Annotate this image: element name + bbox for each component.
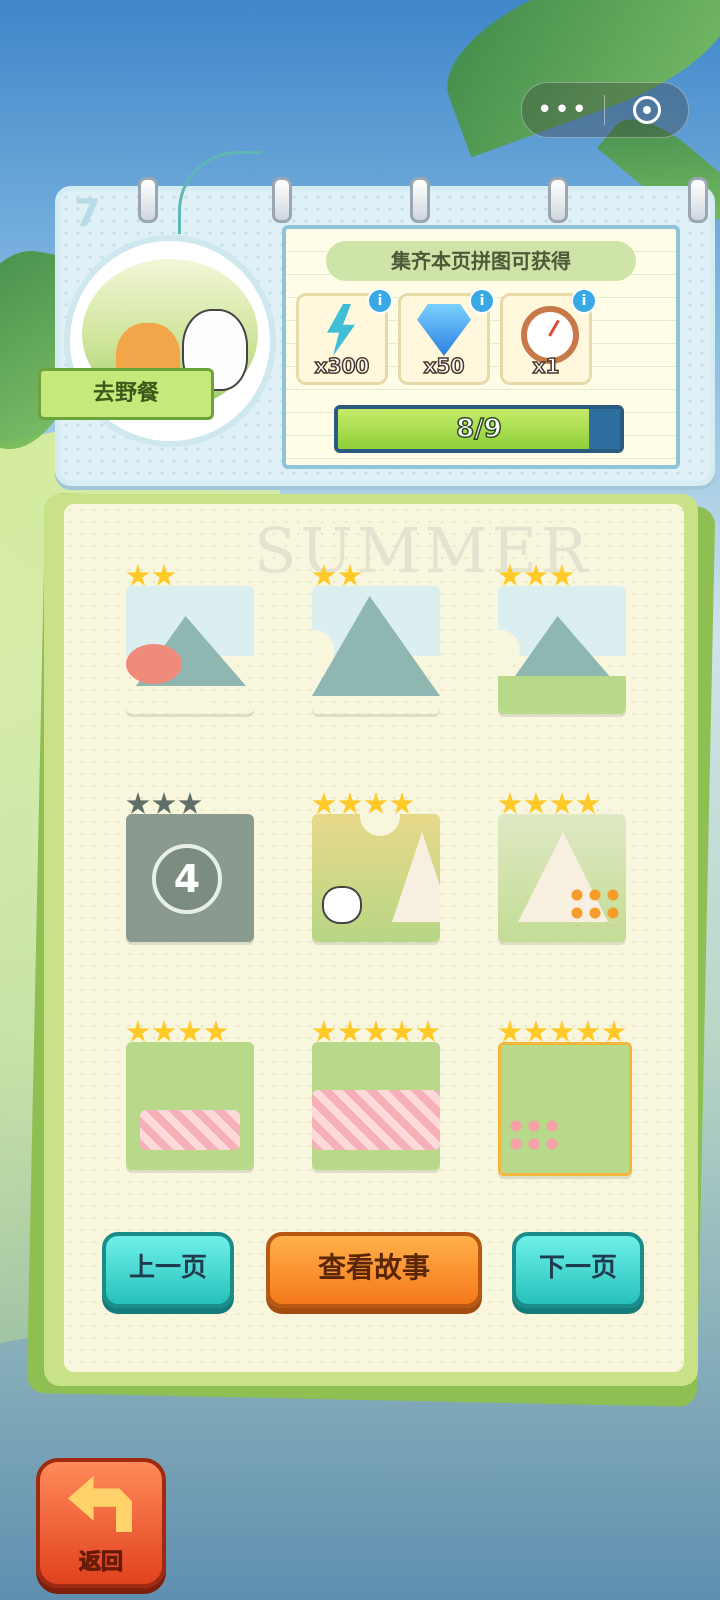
chapter-name-ribbon: 去野餐 bbox=[38, 368, 214, 420]
piece-bush bbox=[126, 644, 182, 684]
star-icon bbox=[390, 792, 414, 814]
view-story-button[interactable]: 查看故事 bbox=[266, 1232, 482, 1308]
star-icon bbox=[550, 1020, 574, 1042]
star-icon bbox=[498, 1020, 522, 1042]
puzzle-piece-8[interactable] bbox=[312, 1042, 440, 1170]
more-dots-icon[interactable]: ••• bbox=[522, 83, 604, 137]
star-icon bbox=[126, 792, 150, 814]
puzzle-piece-1[interactable] bbox=[126, 586, 254, 714]
spiral-ring bbox=[410, 177, 430, 223]
reward-qty: x50 bbox=[423, 353, 465, 379]
info-icon[interactable]: i bbox=[469, 288, 495, 314]
piece-number: 4 bbox=[152, 844, 222, 914]
puzzle-book: SUMMER 4 上一页 查看故事 下一页 bbox=[44, 494, 698, 1386]
star-icon bbox=[576, 1020, 600, 1042]
info-icon[interactable]: i bbox=[571, 288, 597, 314]
star-icon bbox=[338, 1020, 362, 1042]
diamond-gem-icon bbox=[417, 304, 471, 356]
star-icon bbox=[178, 792, 202, 814]
puzzle-piece-3[interactable] bbox=[498, 586, 626, 714]
star-icon bbox=[312, 564, 336, 586]
star-icon bbox=[524, 792, 548, 814]
star-icon bbox=[602, 1020, 626, 1042]
piece-flowers bbox=[568, 886, 620, 926]
star-icon bbox=[550, 792, 574, 814]
back-label: 返回 bbox=[78, 1550, 123, 1576]
star-icon bbox=[550, 564, 574, 586]
piece-blanket bbox=[312, 1090, 440, 1150]
piece-notch bbox=[174, 692, 214, 714]
star-icon bbox=[416, 1020, 440, 1042]
puzzle-piece-7[interactable] bbox=[126, 1042, 254, 1170]
book-page: SUMMER 4 上一页 查看故事 下一页 bbox=[64, 504, 684, 1372]
star-rating bbox=[312, 1020, 440, 1044]
star-icon bbox=[576, 792, 600, 814]
puzzle-piece-9[interactable] bbox=[498, 1042, 632, 1176]
spiral-ring bbox=[138, 177, 158, 223]
star-rating bbox=[126, 564, 176, 588]
puzzle-piece-2[interactable] bbox=[312, 586, 440, 714]
piece-flowers bbox=[507, 1117, 559, 1157]
back-arrow-icon bbox=[68, 1476, 132, 1532]
reward-diamond[interactable]: i x50 bbox=[398, 288, 495, 385]
star-icon bbox=[364, 792, 388, 814]
puzzle-piece-5[interactable] bbox=[312, 814, 440, 942]
lightning-energy-icon bbox=[327, 304, 355, 356]
reward-qty: x300 bbox=[314, 353, 370, 379]
info-icon[interactable]: i bbox=[367, 288, 393, 314]
piece-grass bbox=[498, 675, 626, 714]
star-icon bbox=[152, 1020, 176, 1042]
badge-string bbox=[178, 151, 261, 234]
star-icon bbox=[338, 792, 362, 814]
star-icon bbox=[126, 564, 150, 586]
puzzle-piece-4-locked[interactable]: 4 bbox=[126, 814, 254, 942]
star-icon bbox=[312, 792, 336, 814]
reward-qty: x1 bbox=[532, 353, 560, 379]
next-page-button[interactable]: 下一页 bbox=[512, 1232, 644, 1308]
page-header-panel: 7 集齐本页拼图可获得 i x300 i x50 i x1 8/9 bbox=[55, 151, 715, 486]
back-button[interactable]: 返回 bbox=[36, 1458, 166, 1588]
star-rating bbox=[126, 1020, 228, 1044]
star-icon bbox=[524, 1020, 548, 1042]
star-icon bbox=[338, 564, 362, 586]
reward-card: 集齐本页拼图可获得 i x300 i x50 i x1 8/9 bbox=[282, 225, 680, 469]
game-screen: ••• 7 集齐本页拼图可获得 i x300 i x50 i x1 8/9 去野… bbox=[0, 0, 720, 1600]
star-icon bbox=[498, 792, 522, 814]
star-rating bbox=[498, 792, 600, 816]
star-icon bbox=[126, 1020, 150, 1042]
star-rating bbox=[312, 564, 362, 588]
piece-blanket bbox=[140, 1110, 240, 1150]
star-icon bbox=[312, 1020, 336, 1042]
star-rating bbox=[498, 1020, 626, 1044]
star-icon bbox=[524, 564, 548, 586]
star-icon bbox=[364, 1020, 388, 1042]
white-cat-icon bbox=[322, 886, 362, 924]
puzzle-piece-6[interactable] bbox=[498, 814, 626, 942]
star-icon bbox=[152, 792, 176, 814]
prev-page-button[interactable]: 上一页 bbox=[102, 1232, 234, 1308]
star-icon bbox=[204, 1020, 228, 1042]
spiral-ring bbox=[548, 177, 568, 223]
star-rating bbox=[498, 564, 574, 588]
reward-clock[interactable]: i x1 bbox=[500, 288, 597, 385]
star-rating bbox=[126, 792, 202, 816]
star-icon bbox=[390, 1020, 414, 1042]
progress-text: 8/9 bbox=[455, 413, 502, 445]
reward-title: 集齐本页拼图可获得 bbox=[326, 241, 636, 281]
collection-progress-bar: 8/9 bbox=[334, 405, 624, 453]
capsule-menu: ••• bbox=[521, 82, 689, 138]
spiral-ring bbox=[272, 177, 292, 223]
target-icon[interactable] bbox=[605, 96, 688, 124]
star-rating bbox=[312, 792, 414, 816]
page-number: 7 bbox=[74, 191, 101, 235]
star-icon bbox=[152, 564, 176, 586]
spiral-ring bbox=[688, 177, 708, 223]
star-icon bbox=[178, 1020, 202, 1042]
reward-energy[interactable]: i x300 bbox=[296, 288, 393, 385]
star-icon bbox=[498, 564, 522, 586]
piece-grass bbox=[126, 1042, 254, 1170]
